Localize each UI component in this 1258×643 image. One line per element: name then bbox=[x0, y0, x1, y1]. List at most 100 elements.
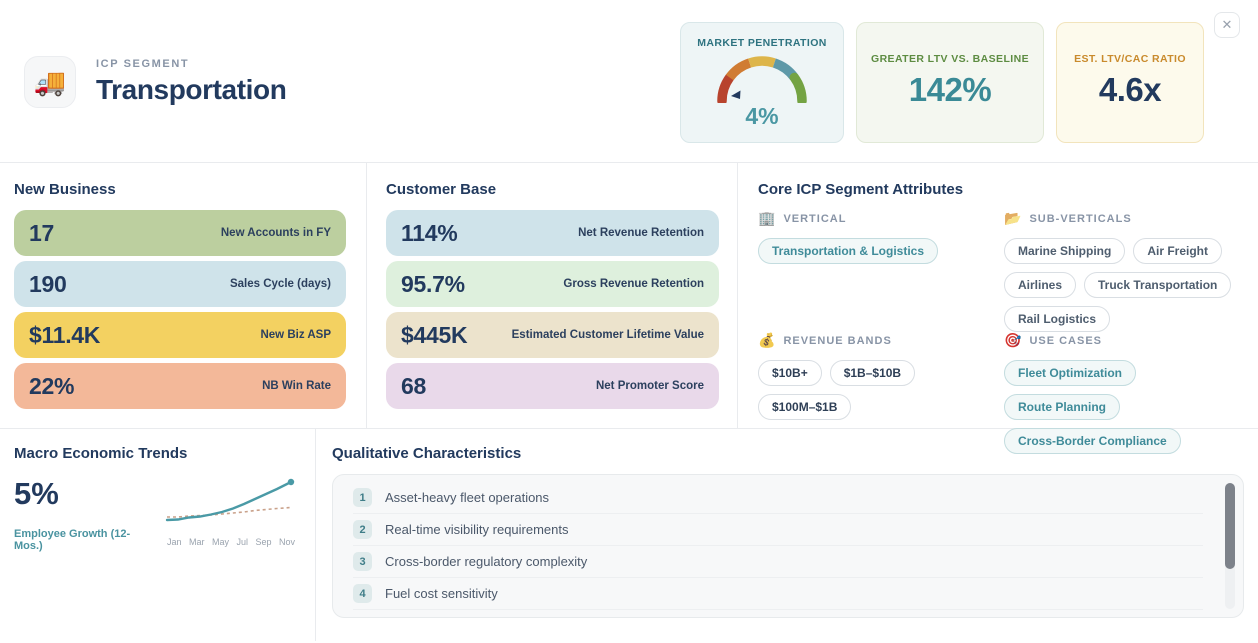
sub-vertical-chip: Rail Logistics bbox=[1004, 306, 1110, 332]
bottom-band: Macro Economic Trends 5% Employee Growth… bbox=[0, 429, 1258, 641]
axis-tick: May bbox=[212, 537, 229, 547]
sub-vertical-chip: Air Freight bbox=[1133, 238, 1222, 264]
stat-value: $11.4K bbox=[29, 322, 100, 349]
stat-label: Net Revenue Retention bbox=[578, 227, 704, 239]
market-penetration-card: MARKET PENETRATION 4% bbox=[680, 22, 844, 143]
list-item: 2 Real-time visibility requirements bbox=[353, 514, 1203, 546]
sub-vertical-chip: Truck Transportation bbox=[1084, 272, 1231, 298]
segment-identity: 🚚 ICP SEGMENT Transportation bbox=[24, 56, 286, 108]
stat-value: 190 bbox=[29, 271, 66, 298]
macro-trends-heading: Macro Economic Trends bbox=[14, 445, 299, 462]
revenue-bands-label: REVENUE BANDS bbox=[783, 335, 891, 347]
vertical-chip: Transportation & Logistics bbox=[758, 238, 938, 264]
ltv-cac-card: EST. LTV/CAC RATIO 4.6x bbox=[1056, 22, 1204, 143]
item-number-badge: 4 bbox=[353, 584, 372, 603]
stat-label: Net Promoter Score bbox=[596, 380, 704, 392]
stat-value: 17 bbox=[29, 220, 54, 247]
segment-title-block: ICP SEGMENT Transportation bbox=[96, 58, 286, 106]
stat-row: 68 Net Promoter Score bbox=[386, 363, 719, 409]
axis-tick: Sep bbox=[255, 537, 271, 547]
employee-growth-value: 5% bbox=[14, 476, 153, 512]
sub-vertical-chip: Airlines bbox=[1004, 272, 1076, 298]
stat-label: Estimated Customer Lifetime Value bbox=[512, 329, 704, 341]
kpi-cards: MARKET PENETRATION 4% GREATER LTV VS. BA… bbox=[680, 22, 1204, 143]
stat-value: 95.7% bbox=[401, 271, 465, 298]
core-attributes-section: Core ICP Segment Attributes 🏢 VERTICAL T… bbox=[738, 163, 1258, 428]
segment-eyebrow: ICP SEGMENT bbox=[96, 58, 286, 70]
ltv-baseline-card: GREATER LTV VS. BASELINE 142% bbox=[856, 22, 1044, 143]
new-business-section: New Business 17 New Accounts in FY 190 S… bbox=[0, 163, 367, 428]
item-text: Fuel cost sensitivity bbox=[385, 586, 498, 601]
stat-label: NB Win Rate bbox=[262, 380, 331, 392]
use-case-chip: Route Planning bbox=[1004, 394, 1120, 420]
stat-label: New Accounts in FY bbox=[221, 227, 331, 239]
item-number-badge: 1 bbox=[353, 488, 372, 507]
gauge-chart bbox=[712, 51, 812, 103]
stat-label: New Biz ASP bbox=[260, 329, 331, 341]
scrollbar-track[interactable] bbox=[1225, 483, 1235, 609]
qualitative-heading: Qualitative Characteristics bbox=[332, 445, 1244, 462]
sub-verticals-label: SUB-VERTICALS bbox=[1029, 213, 1131, 225]
ltv-baseline-value: 142% bbox=[857, 71, 1043, 109]
building-icon: 🏢 bbox=[758, 210, 775, 227]
axis-tick: Jan bbox=[167, 537, 182, 547]
market-penetration-value: 4% bbox=[681, 103, 843, 130]
truck-icon: 🚚 bbox=[24, 56, 76, 108]
gauge-seg-orange bbox=[730, 63, 750, 78]
stat-value: 68 bbox=[401, 373, 426, 400]
list-item: 4 Fuel cost sensitivity bbox=[353, 578, 1203, 610]
stat-row: $11.4K New Biz ASP bbox=[14, 312, 346, 358]
stat-value: $445K bbox=[401, 322, 467, 349]
use-case-chip: Fleet Optimization bbox=[1004, 360, 1136, 386]
market-penetration-label: MARKET PENETRATION bbox=[681, 37, 843, 49]
stat-row: 190 Sales Cycle (days) bbox=[14, 261, 346, 307]
stat-label: Gross Revenue Retention bbox=[563, 278, 704, 290]
axis-tick: Mar bbox=[189, 537, 205, 547]
sparkline-chart: Jan Mar May Jul Sep Nov bbox=[161, 476, 299, 552]
folder-icon: 📂 bbox=[1004, 210, 1021, 227]
header: 🚚 ICP SEGMENT Transportation MARKET PENE… bbox=[0, 0, 1258, 163]
metrics-band: New Business 17 New Accounts in FY 190 S… bbox=[0, 163, 1258, 429]
vertical-group: 🏢 VERTICAL Transportation & Logistics bbox=[758, 210, 1004, 332]
target-icon: 🎯 bbox=[1004, 332, 1021, 349]
page-title: Transportation bbox=[96, 74, 286, 106]
sub-verticals-group: 📂 SUB-VERTICALS Marine Shipping Air Frei… bbox=[1004, 210, 1244, 332]
stat-row: 114% Net Revenue Retention bbox=[386, 210, 719, 256]
macro-trends-section: Macro Economic Trends 5% Employee Growth… bbox=[0, 429, 316, 641]
sparkline-axis: Jan Mar May Jul Sep Nov bbox=[167, 537, 295, 547]
growth-line bbox=[167, 482, 291, 520]
gauge-seg-green bbox=[794, 77, 802, 101]
employee-growth-caption: Employee Growth (12-Mos.) bbox=[14, 528, 153, 552]
gauge-seg-gold bbox=[750, 61, 775, 63]
ltv-cac-value: 4.6x bbox=[1057, 71, 1203, 109]
ltv-cac-label: EST. LTV/CAC RATIO bbox=[1057, 53, 1203, 65]
qualitative-section: Qualitative Characteristics 1 Asset-heav… bbox=[316, 429, 1258, 641]
stat-value: 22% bbox=[29, 373, 74, 400]
stat-row: 17 New Accounts in FY bbox=[14, 210, 346, 256]
stat-value: 114% bbox=[401, 220, 457, 247]
customer-base-section: Customer Base 114% Net Revenue Retention… bbox=[367, 163, 738, 428]
customer-base-heading: Customer Base bbox=[386, 181, 719, 198]
scrollbar-thumb[interactable] bbox=[1225, 483, 1235, 569]
stat-row: 22% NB Win Rate bbox=[14, 363, 346, 409]
close-button[interactable]: ✕ bbox=[1214, 12, 1240, 38]
axis-tick: Jul bbox=[236, 537, 248, 547]
revenue-band-chip: $100M–$1B bbox=[758, 394, 851, 420]
vertical-label: VERTICAL bbox=[783, 213, 846, 225]
item-number-badge: 2 bbox=[353, 520, 372, 539]
gauge-seg-red bbox=[722, 77, 730, 101]
growth-endpoint-dot bbox=[288, 479, 294, 485]
item-text: Asset-heavy fleet operations bbox=[385, 490, 549, 505]
item-number-badge: 3 bbox=[353, 552, 372, 571]
money-bag-icon: 💰 bbox=[758, 332, 775, 349]
item-text: Real-time visibility requirements bbox=[385, 522, 569, 537]
gauge-needle bbox=[731, 91, 741, 100]
stat-row: $445K Estimated Customer Lifetime Value bbox=[386, 312, 719, 358]
ltv-baseline-label: GREATER LTV VS. BASELINE bbox=[857, 53, 1043, 65]
use-cases-label: USE CASES bbox=[1029, 335, 1102, 347]
stat-row: 95.7% Gross Revenue Retention bbox=[386, 261, 719, 307]
revenue-band-chip: $10B+ bbox=[758, 360, 822, 386]
revenue-band-chip: $1B–$10B bbox=[830, 360, 915, 386]
item-text: Cross-border regulatory complexity bbox=[385, 554, 587, 569]
axis-tick: Nov bbox=[279, 537, 295, 547]
